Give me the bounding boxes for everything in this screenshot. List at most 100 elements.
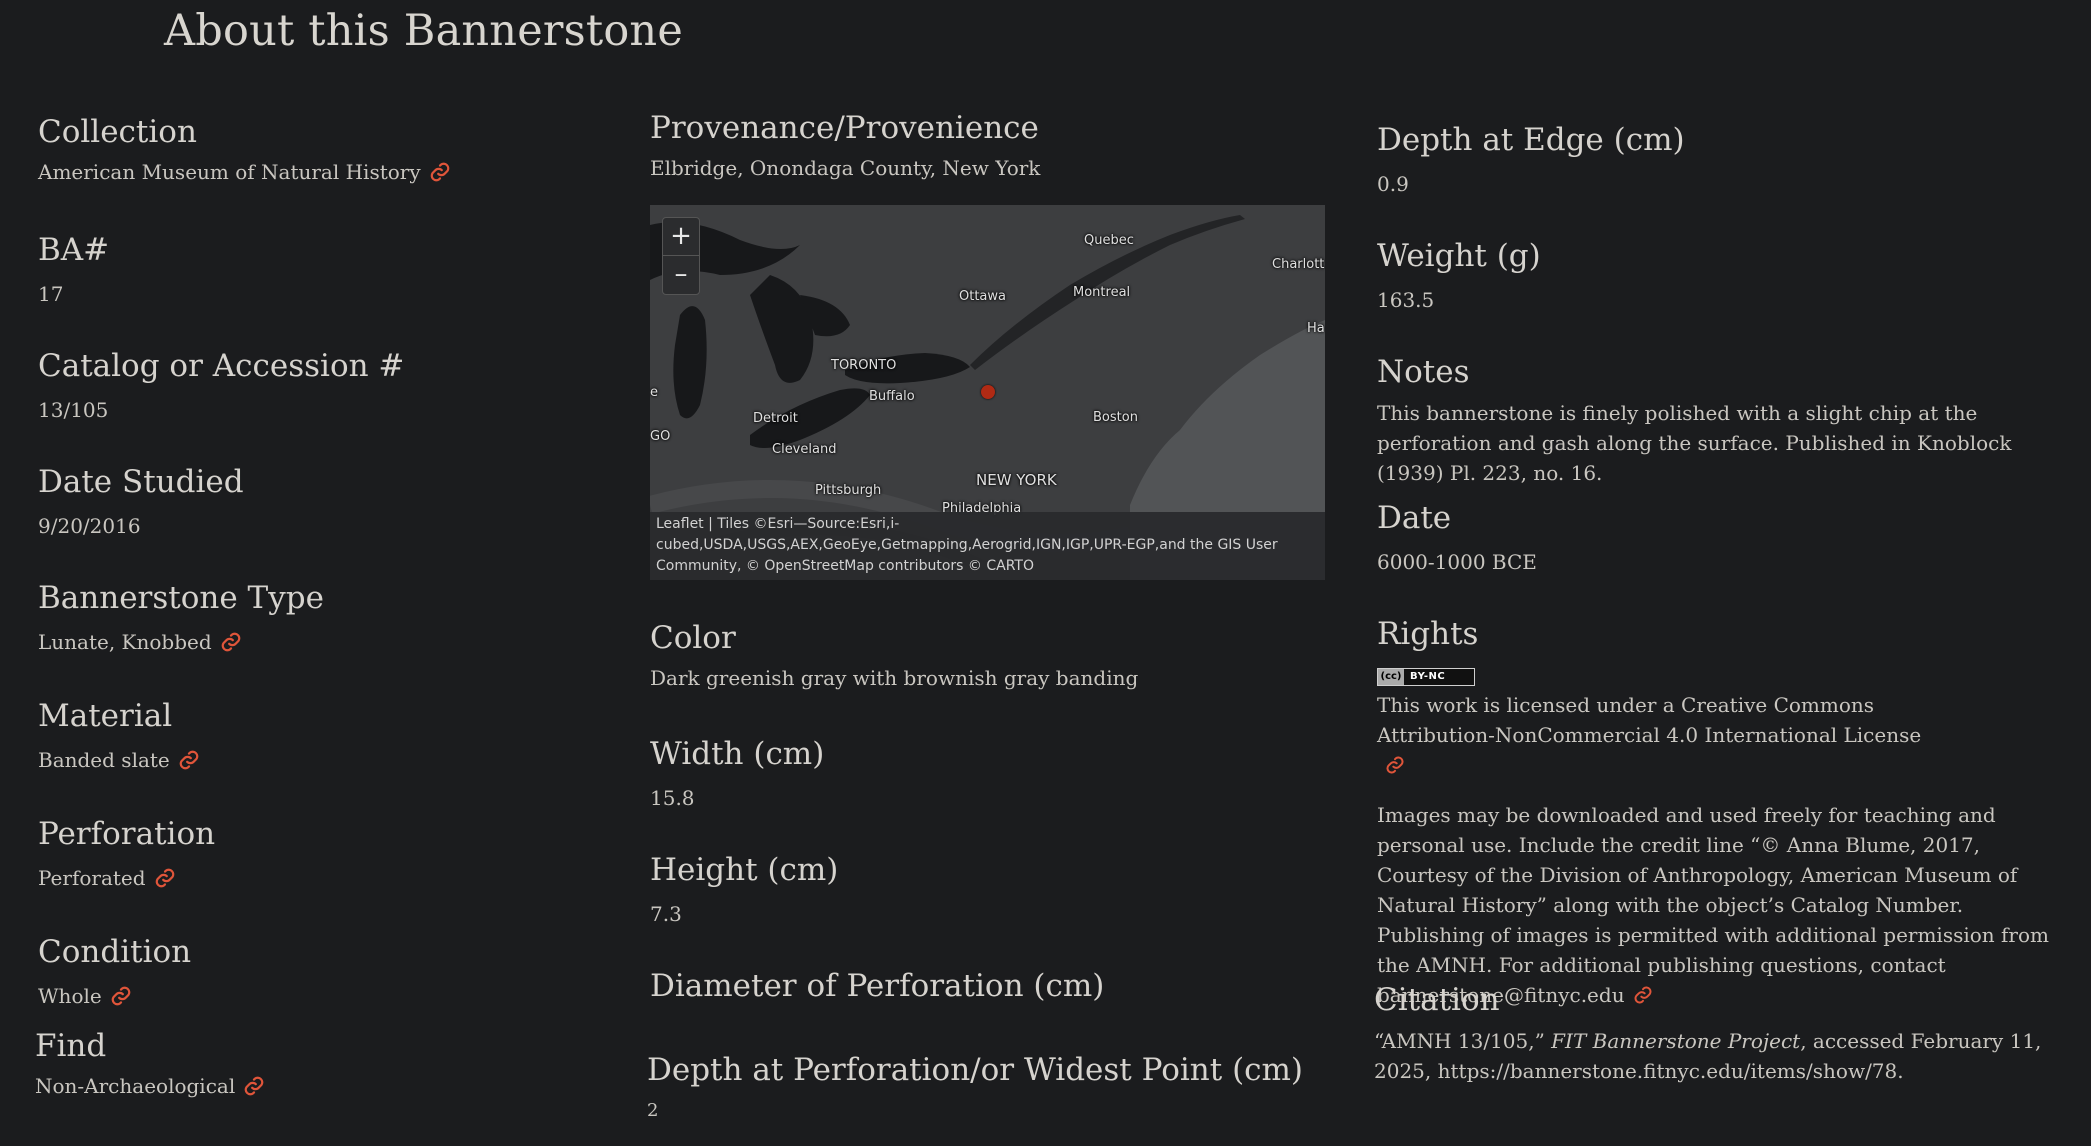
color-label: Color (650, 620, 736, 656)
link-icon[interactable] (1385, 753, 1405, 773)
type-label: Bannerstone Type (38, 580, 324, 616)
cc-badge-text: BY-NC (1410, 671, 1446, 682)
material-value-link[interactable]: Banded slate (38, 748, 170, 772)
depth-edge-field: Depth at Edge (cm) 0.9 (1377, 122, 1685, 196)
rights-field: Rights (cc) BY-NC This work is licensed … (1377, 616, 2057, 1010)
rights-label: Rights (1377, 616, 1479, 652)
depth-perforation-label: Depth at Perforation/or Widest Point (cm… (647, 1052, 1304, 1088)
width-value: 15.8 (650, 786, 695, 810)
provenance-value: Elbridge, Onondaga County, New York (650, 156, 1041, 180)
date-field: Date 6000-1000 BCE (1377, 500, 1537, 574)
map-label-ottawa: Ottawa (959, 289, 1006, 304)
perforation-field: Perforation Perforated (38, 816, 215, 890)
map-attribution: Leaflet | Tiles ©Esri—Source:Esri,i-cube… (650, 512, 1325, 580)
date-studied-label: Date Studied (38, 464, 244, 500)
usage-paragraph: Images may be downloaded and used freely… (1377, 802, 2049, 977)
date-studied-value: 9/20/2016 (38, 514, 141, 538)
date-studied-field: Date Studied 9/20/2016 (38, 464, 244, 538)
map-label-pittsburgh: Pittsburgh (815, 483, 882, 498)
ba-value: 17 (38, 282, 64, 306)
map-label-new-york: NEW YORK (976, 471, 1057, 489)
link-icon[interactable] (220, 631, 242, 653)
collection-field: Collection American Museum of Natural Hi… (38, 114, 451, 184)
license-prefix: This work is licensed under a (1377, 692, 1682, 717)
catalog-label: Catalog or Accession # (38, 348, 405, 384)
diameter-label: Diameter of Perforation (cm) (650, 968, 1105, 1004)
map-label-toronto: TORONTO (831, 358, 897, 373)
usage-text: Images may be downloaded and used freely… (1377, 800, 2057, 1010)
cc-icon: (cc) (1378, 668, 1404, 685)
perforation-label: Perforation (38, 816, 216, 852)
condition-field: Condition Whole (38, 934, 191, 1008)
material-field: Material Banded slate (38, 698, 200, 772)
link-icon[interactable] (243, 1075, 265, 1097)
zoom-control: + – (662, 217, 700, 295)
provenance-label: Provenance/Provenience (650, 110, 1039, 146)
map-label-buffalo: Buffalo (869, 389, 915, 404)
map-label-montreal: Montreal (1073, 285, 1131, 300)
find-label: Find (35, 1028, 107, 1064)
link-icon[interactable] (429, 161, 451, 183)
notes-field: Notes This bannerstone is finely polishe… (1377, 354, 2057, 488)
map-label-cleveland: Cleveland (772, 442, 837, 457)
condition-label: Condition (38, 934, 192, 970)
notes-label: Notes (1377, 354, 1470, 390)
material-label: Material (38, 698, 173, 734)
citation-text: “AMNH 13/105,” FIT Bannerstone Project, … (1374, 1026, 2054, 1086)
cc-license-badge[interactable]: (cc) BY-NC (1377, 664, 2057, 686)
link-icon[interactable] (110, 985, 132, 1007)
weight-value: 163.5 (1377, 288, 1435, 312)
provenance-field: Provenance/Provenience Elbridge, Onondag… (650, 110, 1040, 180)
citation-field: Citation “AMNH 13/105,” FIT Bannerstone … (1374, 982, 2054, 1086)
catalog-field: Catalog or Accession # 13/105 (38, 348, 404, 422)
collection-label: Collection (38, 114, 197, 150)
find-value-link[interactable]: Non-Archaeological (35, 1074, 235, 1098)
zoom-out-button[interactable]: – (663, 256, 699, 294)
map-label-quebec: Quebec (1084, 233, 1134, 248)
page-title: About this Bannerstone (164, 6, 683, 56)
type-value-link[interactable]: Lunate, Knobbed (38, 630, 212, 654)
height-field: Height (cm) 7.3 (650, 852, 838, 926)
map-label-partial-go: GO (650, 429, 671, 444)
zoom-in-button[interactable]: + (663, 218, 699, 256)
map-label-detroit: Detroit (753, 411, 798, 426)
link-icon[interactable] (154, 867, 176, 889)
depth-edge-label: Depth at Edge (cm) (1377, 122, 1685, 158)
citation-project: FIT Bannerstone Project (1551, 1029, 1801, 1053)
page: About this Bannerstone Collection Americ… (0, 0, 2091, 1146)
width-label: Width (cm) (650, 736, 825, 772)
map-label-charlotte: Charlott (1272, 257, 1325, 272)
ba-label: BA# (38, 232, 110, 268)
map-label-partial-e: e (650, 385, 658, 400)
citation-label: Citation (1374, 982, 1500, 1018)
perforation-value-link[interactable]: Perforated (38, 866, 146, 890)
link-icon[interactable] (178, 749, 200, 771)
license-text: This work is licensed under a Creative C… (1377, 690, 1937, 780)
map-label-boston: Boston (1093, 410, 1138, 425)
width-field: Width (cm) 15.8 (650, 736, 824, 810)
diameter-field: Diameter of Perforation (cm) (650, 968, 1104, 1004)
map-label-ha: Ha (1307, 321, 1325, 336)
depth-perforation-field: Depth at Perforation/or Widest Point (cm… (647, 1052, 1303, 1121)
ba-field: BA# 17 (38, 232, 109, 306)
location-marker[interactable] (981, 385, 995, 399)
weight-field: Weight (g) 163.5 (1377, 238, 1541, 312)
height-value: 7.3 (650, 902, 682, 926)
cc-by-nc-badge[interactable]: (cc) BY-NC (1377, 667, 1475, 686)
location-map[interactable]: + – Quebec Charlott Ottawa Montreal Ha T… (650, 205, 1325, 580)
color-value: Dark greenish gray with brownish gray ba… (650, 666, 1139, 690)
color-field: Color Dark greenish gray with brownish g… (650, 620, 1138, 690)
notes-value: This bannerstone is finely polished with… (1377, 401, 2012, 485)
date-value: 6000-1000 BCE (1377, 550, 1537, 574)
citation-prefix: “AMNH 13/105,” (1374, 1029, 1552, 1053)
depth-perforation-value: 2 (647, 1100, 659, 1121)
collection-value-link[interactable]: American Museum of Natural History (38, 160, 421, 184)
type-field: Bannerstone Type Lunate, Knobbed (38, 580, 324, 654)
catalog-value: 13/105 (38, 398, 109, 422)
depth-edge-value: 0.9 (1377, 172, 1409, 196)
date-label: Date (1377, 500, 1452, 536)
find-field: Find Non-Archaeological (35, 1028, 265, 1098)
condition-value-link[interactable]: Whole (38, 984, 102, 1008)
weight-label: Weight (g) (1377, 238, 1541, 274)
height-label: Height (cm) (650, 852, 839, 888)
